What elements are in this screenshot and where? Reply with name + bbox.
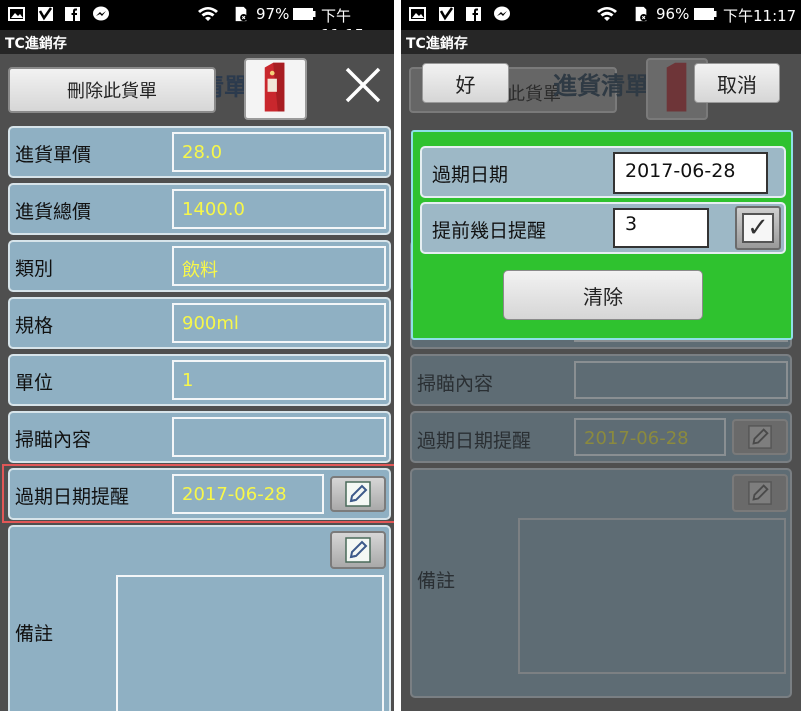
- notes-textarea[interactable]: [116, 575, 384, 711]
- check-notification-icon: [439, 7, 454, 21]
- expiry-date-label: 過期日期: [432, 164, 509, 186]
- facebook-icon: [65, 7, 80, 21]
- app-title: TC進銷存: [0, 30, 394, 54]
- bg-expiry-row: 過期日期提醒 2017-06-28: [410, 411, 792, 463]
- left-screen: 97% 下午11:15 TC進銷存 返回 進貨清單 刪除此貨單 進貨單價 28.…: [0, 0, 394, 711]
- ok-button[interactable]: 好: [422, 63, 509, 103]
- pencil-icon: [748, 425, 772, 449]
- bg-notes-row: 備註: [410, 468, 792, 698]
- status-bar: 97% 下午11:15: [0, 0, 394, 44]
- total-price-row: 進貨總價 1400.0: [8, 183, 391, 235]
- remind-days-input[interactable]: 3: [613, 208, 709, 248]
- bg-notes-edit-button: [732, 474, 788, 512]
- scan-content-field[interactable]: [172, 417, 386, 457]
- scan-content-label: 掃瞄內容: [15, 429, 92, 451]
- category-row: 類別 飲料: [8, 240, 391, 292]
- spec-field[interactable]: 900ml: [172, 303, 386, 343]
- scan-content-row: 掃瞄內容: [8, 411, 391, 463]
- unit-price-row: 進貨單價 28.0: [8, 126, 391, 178]
- bg-scan-label: 掃瞄內容: [417, 373, 494, 395]
- messenger-icon: [93, 6, 109, 21]
- category-label: 類別: [15, 258, 54, 280]
- notes-edit-button[interactable]: [330, 531, 386, 569]
- battery-icon: [694, 8, 717, 20]
- bg-page-title: 進貨清單: [553, 72, 649, 100]
- checkmark-icon: ✓: [742, 213, 774, 243]
- pencil-icon: [748, 481, 772, 505]
- category-field[interactable]: 飲料: [172, 246, 386, 286]
- expiry-date-input[interactable]: 2017-06-28: [613, 152, 768, 194]
- pencil-icon: [345, 537, 371, 563]
- clear-button[interactable]: 清除: [503, 270, 703, 320]
- sim-error-icon: [635, 6, 648, 22]
- app-title: TC進銷存: [401, 30, 801, 54]
- milk-carton-image: [264, 62, 285, 112]
- status-bar: 96% 下午11:17: [401, 0, 801, 30]
- remind-days-row: 提前幾日提醒 3 ✓: [420, 202, 786, 254]
- cancel-button[interactable]: 取消: [694, 63, 780, 103]
- battery-percent: 96%: [656, 5, 690, 23]
- right-screen: 96% 下午11:17 TC進銷存 此貨單 進貨清單 規格 單位 掃瞄內容 過期…: [401, 0, 801, 711]
- clock: 下午11:17: [723, 7, 797, 25]
- sim-error-icon: [235, 6, 248, 22]
- check-notification-icon: [38, 7, 53, 21]
- notes-label: 備註: [15, 623, 54, 645]
- unit-price-label: 進貨單價: [15, 144, 92, 166]
- bg-scan-field: [574, 361, 788, 399]
- expiry-date-row: 過期日期 2017-06-28: [420, 146, 786, 198]
- battery-icon: [293, 8, 316, 20]
- bg-expiry-label: 過期日期提醒: [417, 430, 532, 452]
- total-price-label: 進貨總價: [15, 201, 92, 223]
- spec-row: 規格 900ml: [8, 297, 391, 349]
- expiry-dialog: 過期日期 2017-06-28 提前幾日提醒 3 ✓ 清除: [411, 130, 793, 340]
- notes-row: 備註: [8, 525, 391, 711]
- close-icon[interactable]: [344, 66, 382, 104]
- bg-expiry-field: 2017-06-28: [574, 418, 726, 456]
- bg-notes-label: 備註: [417, 570, 456, 592]
- panel-divider: [394, 0, 401, 711]
- bg-expiry-edit-button: [732, 419, 788, 455]
- total-price-field[interactable]: 1400.0: [172, 189, 386, 229]
- facebook-icon: [466, 7, 481, 21]
- product-thumbnail[interactable]: [244, 58, 307, 120]
- unit-row: 單位 1: [8, 354, 391, 406]
- unit-field[interactable]: 1: [172, 360, 386, 400]
- messenger-icon: [494, 6, 510, 21]
- remind-checkbox[interactable]: ✓: [735, 206, 781, 250]
- wifi-icon: [198, 7, 218, 21]
- delete-order-button[interactable]: 刪除此貨單: [8, 67, 216, 113]
- spec-label: 規格: [15, 315, 54, 337]
- wifi-icon: [597, 7, 617, 21]
- bg-scan-row: 掃瞄內容: [410, 354, 792, 406]
- unit-price-field[interactable]: 28.0: [172, 132, 386, 172]
- battery-percent: 97%: [256, 5, 290, 23]
- image-notification-icon: [409, 7, 426, 21]
- remind-days-label: 提前幾日提醒: [432, 220, 547, 242]
- unit-label: 單位: [15, 372, 54, 394]
- form-content: 返回 進貨清單 刪除此貨單 進貨單價 28.0 進貨總價 1400.0 類別 飲…: [0, 54, 394, 711]
- expiry-highlight-box: [2, 464, 394, 523]
- image-notification-icon: [8, 7, 25, 21]
- bg-notes-textarea: [518, 518, 786, 674]
